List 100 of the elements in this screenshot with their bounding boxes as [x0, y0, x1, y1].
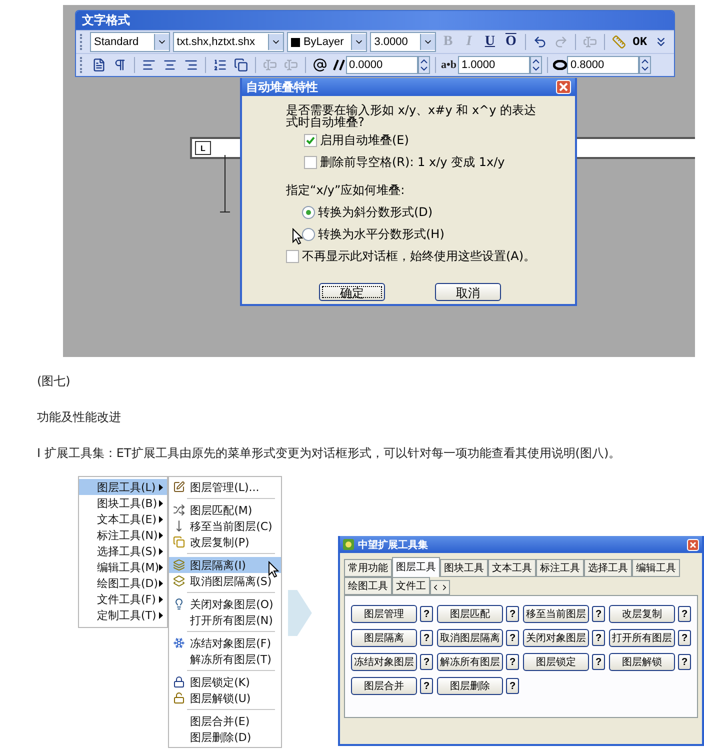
format-button[interactable]: U: [480, 33, 499, 51]
help-button[interactable]: ?: [592, 654, 605, 670]
dialog-button[interactable]: 取消: [435, 283, 501, 301]
menu-item[interactable]: 取消图层隔离(S): [169, 573, 282, 589]
style-dropdown[interactable]: Standard: [90, 32, 170, 52]
width-factor-field[interactable]: 0.8000: [567, 56, 640, 74]
help-button[interactable]: ?: [506, 606, 519, 622]
help-button[interactable]: ?: [592, 630, 605, 646]
tool-button[interactable]: 移至当前图层: [523, 605, 589, 623]
dropdown-button[interactable]: [154, 34, 169, 50]
pen-icon: [172, 480, 186, 494]
dropdown-button[interactable]: [420, 34, 436, 50]
layers-icon: [172, 574, 186, 588]
help-button[interactable]: ?: [506, 654, 519, 670]
tool-button[interactable]: 冻结对象图层: [351, 653, 417, 671]
tab-scroll-icon[interactable]: [430, 580, 450, 595]
height-dropdown[interactable]: 3.0000: [370, 32, 436, 52]
menu-item[interactable]: 定制工具(T): [79, 607, 168, 623]
help-button[interactable]: ?: [678, 654, 691, 670]
tab[interactable]: 文本工具: [488, 559, 536, 577]
tool-button[interactable]: 关闭对象图层: [523, 629, 589, 647]
menu-item[interactable]: 编辑工具(M): [79, 559, 168, 575]
help-button[interactable]: ?: [420, 678, 433, 694]
font-dropdown[interactable]: txt.shx,hztxt.shx: [172, 32, 284, 52]
menu-item[interactable]: 图层锁定(K): [169, 674, 282, 690]
menu-item[interactable]: 文件工具(F): [79, 591, 168, 607]
tab-type-label[interactable]: L: [195, 141, 211, 155]
tool-button[interactable]: 图层隔离: [351, 629, 417, 647]
help-button[interactable]: ?: [678, 630, 691, 646]
menu-item[interactable]: 关闭对象图层(O): [169, 596, 282, 612]
menu-item[interactable]: 图层解锁(U): [169, 690, 282, 706]
submenu-arrow-icon: [159, 612, 164, 618]
tab[interactable]: 图块工具: [440, 559, 488, 577]
cursor-icon: [268, 561, 280, 578]
menu-item[interactable]: 图层删除(D): [169, 729, 282, 745]
menu-item[interactable]: 图层管理(L)...: [169, 479, 282, 495]
spinner-icon[interactable]: [530, 56, 542, 74]
tool-button[interactable]: 图层解锁: [609, 653, 675, 671]
oblique-field[interactable]: 0.0000: [346, 56, 418, 74]
menu-item[interactable]: 冻结对象图层(F): [169, 635, 282, 651]
help-button[interactable]: ?: [506, 630, 519, 646]
ok-button[interactable]: OK: [630, 33, 650, 51]
tab[interactable]: 绘图工具: [344, 577, 392, 595]
tool-button[interactable]: 取消图层隔离: [437, 629, 503, 647]
dropdown-button[interactable]: [268, 34, 284, 50]
help-button[interactable]: ?: [420, 654, 433, 670]
symbol-icon[interactable]: [311, 56, 329, 74]
dropdown-button[interactable]: [351, 34, 366, 50]
tab[interactable]: 文件工: [392, 577, 430, 595]
tab[interactable]: 编辑工具: [632, 559, 680, 577]
tool-button[interactable]: 解冻所有图层: [437, 653, 503, 671]
menu-item[interactable]: 移至当前图层(C): [169, 518, 282, 534]
close-icon[interactable]: [556, 80, 571, 94]
submenu-arrow-icon: [159, 516, 164, 522]
radio-button[interactable]: [302, 206, 315, 219]
menu-item[interactable]: 图层工具(L): [79, 479, 168, 495]
tab[interactable]: 标注工具: [536, 559, 584, 577]
tool-button[interactable]: 打开所有图层: [609, 629, 675, 647]
radio-label: 转换为水平分数形式(H): [318, 226, 444, 243]
checkbox[interactable]: [304, 156, 317, 169]
help-button[interactable]: ?: [420, 606, 433, 622]
menu-item[interactable]: 图层匹配(M): [169, 502, 282, 518]
spinner-icon[interactable]: [418, 56, 430, 74]
tracking-label: a•b: [441, 59, 456, 71]
checkbox[interactable]: [286, 250, 299, 263]
menu-item[interactable]: 图块工具(B): [79, 495, 168, 511]
color-dropdown[interactable]: ByLayer: [287, 32, 368, 52]
help-button[interactable]: ?: [420, 630, 433, 646]
menu-item[interactable]: 选择工具(S): [79, 543, 168, 559]
submenu-arrow-icon: [159, 484, 164, 490]
menu-item[interactable]: 绘图工具(D): [79, 575, 168, 591]
tool-button[interactable]: 图层删除: [437, 677, 503, 695]
menu-item[interactable]: 标注工具(N): [79, 527, 168, 543]
layers-icon: [172, 558, 186, 572]
menu-item[interactable]: 图层合并(E): [169, 713, 282, 729]
help-button[interactable]: ?: [678, 606, 691, 622]
toolbar-title: 文字格式: [82, 12, 130, 29]
tab[interactable]: 图层工具: [392, 557, 440, 577]
tool-button[interactable]: 图层匹配: [437, 605, 503, 623]
close-icon[interactable]: [687, 538, 699, 550]
tool-button[interactable]: 图层管理: [351, 605, 417, 623]
format-button[interactable]: O: [502, 33, 520, 51]
checkbox-label: 启用自动堆叠(E): [320, 132, 409, 149]
menu-item[interactable]: 打开所有图层(N): [169, 612, 282, 628]
tracking-field[interactable]: 1.0000: [458, 56, 530, 74]
menu-item[interactable]: 文本工具(E): [79, 511, 168, 527]
tab[interactable]: 选择工具: [584, 559, 632, 577]
tool-button[interactable]: 改层复制: [609, 605, 675, 623]
help-button[interactable]: ?: [506, 678, 519, 694]
oblique-icon: [332, 58, 346, 72]
tool-button[interactable]: 图层锁定: [523, 653, 589, 671]
submenu-arrow-icon: [159, 532, 164, 538]
menu-item[interactable]: 改层复制(P): [169, 534, 282, 550]
tab[interactable]: 常用功能: [344, 559, 392, 577]
spinner-icon[interactable]: [639, 56, 652, 74]
radio-button[interactable]: [302, 228, 315, 241]
tool-button[interactable]: 图层合并: [351, 677, 417, 695]
checkbox[interactable]: [304, 134, 317, 147]
help-button[interactable]: ?: [592, 606, 605, 622]
menu-item[interactable]: 解冻所有图层(T): [169, 651, 282, 667]
